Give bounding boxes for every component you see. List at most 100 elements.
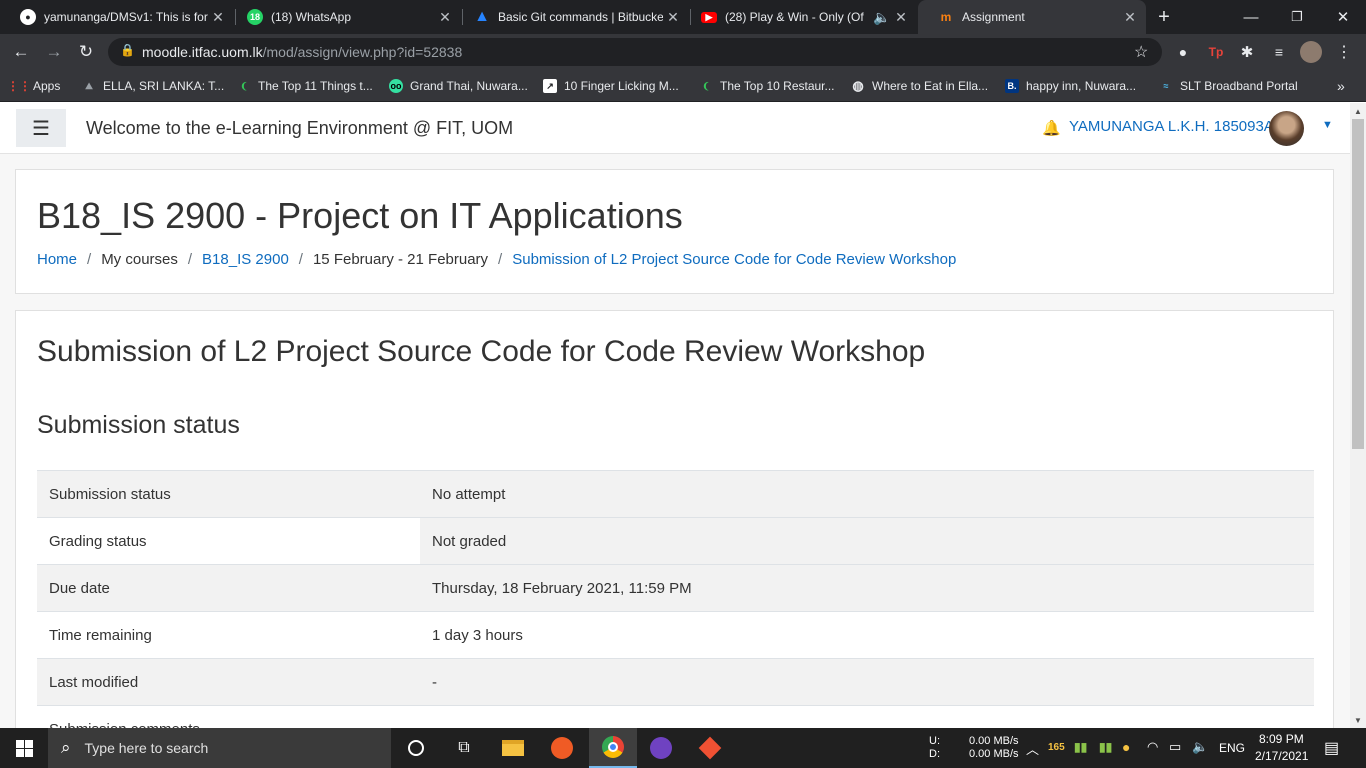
back-button[interactable]: ← (8, 39, 34, 65)
bookmark-top10-restaurants[interactable]: ❨ The Top 10 Restaur... (699, 76, 835, 96)
github-icon: ● (20, 9, 36, 25)
submission-status-table: Submission status No attempt Grading sta… (37, 470, 1314, 728)
taskbar-chrome[interactable] (589, 728, 637, 768)
apps-grid-icon: ⋮⋮ (7, 79, 31, 93)
vertical-scrollbar[interactable]: ▲ ▼ (1350, 103, 1366, 728)
browser-tab-youtube[interactable]: ▶ (28) Play & Win - Only (Of 🔈 ✕ (681, 0, 917, 34)
tp-extension-icon[interactable]: Tp (1203, 39, 1229, 65)
close-icon[interactable]: ✕ (435, 9, 455, 26)
table-row: Grading status Not graded (37, 517, 1314, 565)
speaker-icon[interactable]: 🔈 (873, 9, 891, 26)
breadcrumb-home[interactable]: Home (37, 251, 77, 268)
taskbar-search-box[interactable]: ⌕ Type here to search (48, 728, 391, 768)
site-title[interactable]: Welcome to the e-Learning Environment @ … (86, 118, 513, 139)
media-control-icon[interactable]: ≡ (1266, 39, 1292, 65)
hamburger-menu-button[interactable]: ☰ (16, 109, 66, 147)
site-icon: ❨ (702, 80, 710, 91)
tray-app-icon[interactable]: ▮▮ (1074, 740, 1087, 754)
chevron-down-icon[interactable]: ▼ (1322, 119, 1333, 131)
volume-icon[interactable]: 🔈 (1192, 739, 1208, 755)
minimize-button[interactable]: — (1228, 0, 1274, 34)
bookmark-happy-inn[interactable]: B. happy inn, Nuwara... (1005, 76, 1136, 96)
taskbar-file-explorer[interactable] (489, 728, 537, 768)
windows-logo-icon (15, 739, 33, 757)
browser-tab-assignment[interactable]: m Assignment ✕ (918, 0, 1146, 34)
breadcrumb-week: 15 February - 21 February (312, 251, 489, 268)
menu-kebab-icon[interactable]: ⋮ (1331, 39, 1357, 65)
whatsapp-icon: 18 (247, 9, 263, 25)
browser-tab-whatsapp[interactable]: 18 (18) WhatsApp ✕ (227, 0, 461, 34)
row-value: No attempt (420, 470, 1314, 518)
scroll-down-arrow-icon[interactable]: ▼ (1350, 712, 1366, 728)
weather-icon[interactable]: ● (1122, 739, 1130, 755)
postman-icon (551, 737, 573, 759)
taskbar-postman[interactable] (538, 728, 586, 768)
bookmark-finger-licking[interactable]: ↗ 10 Finger Licking M... (543, 76, 679, 96)
close-icon[interactable]: ✕ (663, 9, 683, 26)
bookmark-label: The Top 10 Restaur... (720, 79, 835, 93)
url-text[interactable]: moodle.itfac.uom.lk/mod/assign/view.php?… (142, 44, 462, 60)
bookmark-apps[interactable]: ⋮⋮ Apps (7, 76, 60, 96)
task-view-button[interactable]: ⧉ (440, 728, 488, 768)
bookmark-slt[interactable]: ≈ SLT Broadband Portal (1159, 76, 1298, 96)
bookmark-top11[interactable]: ❨ The Top 11 Things t... (237, 76, 373, 96)
tray-badge[interactable]: 165 (1048, 742, 1065, 753)
restore-button[interactable]: ❐ (1274, 0, 1320, 34)
puzzle-icon[interactable]: ✱ (1234, 39, 1260, 65)
table-row: Time remaining 1 day 3 hours (37, 611, 1314, 659)
assignment-title: Submission of L2 Project Source Code for… (37, 335, 926, 368)
profile-avatar[interactable] (1298, 39, 1324, 65)
browser-tab-bitbucket[interactable]: ▲ Basic Git commands | Bitbucket ✕ (454, 0, 689, 34)
table-row: Submission status No attempt (37, 470, 1314, 518)
battery-icon[interactable]: ▭ (1169, 739, 1181, 755)
window-close-button[interactable]: ✕ (1320, 0, 1366, 34)
user-menu-name[interactable]: YAMUNANGA L.K.H. 185093A (1069, 118, 1274, 135)
clock-time[interactable]: 8:09 PM (1259, 732, 1304, 746)
breadcrumb-separator: / (87, 251, 92, 268)
new-tab-button[interactable]: + (1142, 0, 1186, 34)
breadcrumb-assignment[interactable]: Submission of L2 Project Source Code for… (512, 251, 956, 268)
taskbar-git[interactable] (686, 728, 734, 768)
bookmark-label: happy inn, Nuwara... (1026, 79, 1137, 93)
assignment-card: Submission of L2 Project Source Code for… (15, 310, 1334, 728)
clock-date[interactable]: 2/17/2021 (1255, 749, 1308, 763)
bookmark-grand-thai[interactable]: oo Grand Thai, Nuwara... (389, 76, 528, 96)
course-header-card: B18_IS 2900 - Project on IT Applications… (15, 169, 1334, 294)
breadcrumb-course[interactable]: B18_IS 2900 (202, 251, 289, 268)
close-icon[interactable]: ✕ (891, 9, 911, 26)
tab-title: Assignment (962, 10, 1025, 24)
breadcrumb-separator: / (498, 251, 503, 268)
bookmarks-overflow-button[interactable]: » (1337, 76, 1345, 96)
browser-tab-github[interactable]: ● yamunanga/DMSv1: This is for ✕ (0, 0, 234, 34)
chevron-up-icon[interactable]: ︿ (1026, 739, 1039, 758)
bookmark-where-to-eat[interactable]: ◍ Where to Eat in Ella... (851, 76, 988, 96)
row-key: Grading status (37, 517, 420, 565)
net-up-label: U: (929, 735, 940, 747)
reload-button[interactable]: ↻ (73, 39, 99, 65)
cortana-button[interactable] (392, 728, 440, 768)
forward-button[interactable]: → (41, 39, 67, 65)
close-icon[interactable]: ✕ (208, 9, 228, 26)
wifi-icon[interactable]: ◠ (1147, 739, 1158, 755)
site-icon: ❨ (240, 80, 248, 91)
avatar[interactable] (1269, 111, 1304, 146)
close-icon[interactable]: ✕ (1120, 9, 1140, 26)
row-value: Not graded (420, 517, 1314, 565)
tray-app-icon[interactable]: ▮▮ (1099, 740, 1112, 754)
submission-status-heading: Submission status (37, 411, 240, 439)
extension-icon[interactable]: ● (1170, 39, 1196, 65)
bookmark-ella[interactable]: ⛰ ELLA, SRI LANKA: T... (82, 76, 224, 96)
bookmark-label: 10 Finger Licking M... (564, 79, 679, 93)
notifications-icon[interactable]: ▤ (1324, 738, 1339, 758)
address-bar[interactable]: 🔒 moodle.itfac.uom.lk/mod/assign/view.ph… (108, 38, 1162, 66)
globe-icon: ◍ (852, 78, 864, 93)
search-icon: ⌕ (61, 738, 71, 757)
scrollbar-thumb[interactable] (1352, 119, 1364, 449)
windows-start-button[interactable] (0, 728, 48, 768)
scroll-up-arrow-icon[interactable]: ▲ (1350, 103, 1366, 119)
notification-bell-icon[interactable]: 🔔 (1042, 119, 1061, 137)
url-host: moodle.itfac.uom.lk (142, 44, 263, 60)
language-indicator[interactable]: ENG (1219, 741, 1245, 755)
bookmark-star-icon[interactable]: ☆ (1134, 42, 1148, 62)
taskbar-github-desktop[interactable] (637, 728, 685, 768)
